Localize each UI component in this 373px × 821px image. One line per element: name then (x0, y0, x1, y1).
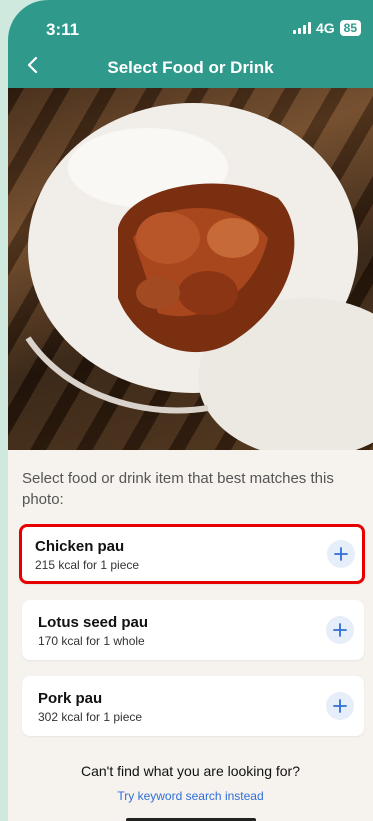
food-item-name: Pork pau (38, 690, 103, 707)
food-item-lotus-seed-pau[interactable]: Lotus seed pau 170 kcal for 1 whole (22, 600, 364, 660)
food-item-pork-pau[interactable]: Pork pau 302 kcal for 1 piece (22, 676, 364, 736)
food-item-name: Lotus seed pau (38, 614, 149, 631)
battery-icon: 85 (339, 20, 361, 36)
add-button[interactable] (326, 616, 354, 644)
food-photo (8, 88, 373, 450)
food-item-chicken-pau[interactable]: Chicken pau 215 kcal for 1 piece (19, 524, 365, 584)
add-button[interactable] (326, 692, 354, 720)
status-time: 3:11 (46, 20, 80, 39)
network-label: 4G (315, 20, 335, 36)
add-button[interactable] (327, 540, 355, 568)
app-header: 3:11 4G 85 Select Food or Drink (8, 0, 373, 88)
food-item-kcal: 170 kcal for 1 whole (38, 634, 145, 648)
plus-icon (334, 547, 348, 561)
status-indicators: 4G 85 (292, 20, 361, 36)
page-title: Select Food or Drink (107, 58, 274, 77)
signal-icon (292, 22, 311, 34)
selection-prompt: Select food or drink item that best matc… (22, 470, 334, 508)
food-item-kcal: 302 kcal for 1 piece (38, 710, 143, 724)
food-item-kcal: 215 kcal for 1 piece (35, 558, 140, 572)
plus-icon (333, 699, 347, 713)
keyword-search-link[interactable]: Try keyword search instead (8, 789, 373, 803)
food-item-name: Chicken pau (35, 538, 125, 555)
app-screen: 3:11 4G 85 Select Food or Drink Select f… (8, 0, 373, 821)
plus-icon (333, 623, 347, 637)
cant-find-text: Can't find what you are looking for? (80, 763, 301, 779)
